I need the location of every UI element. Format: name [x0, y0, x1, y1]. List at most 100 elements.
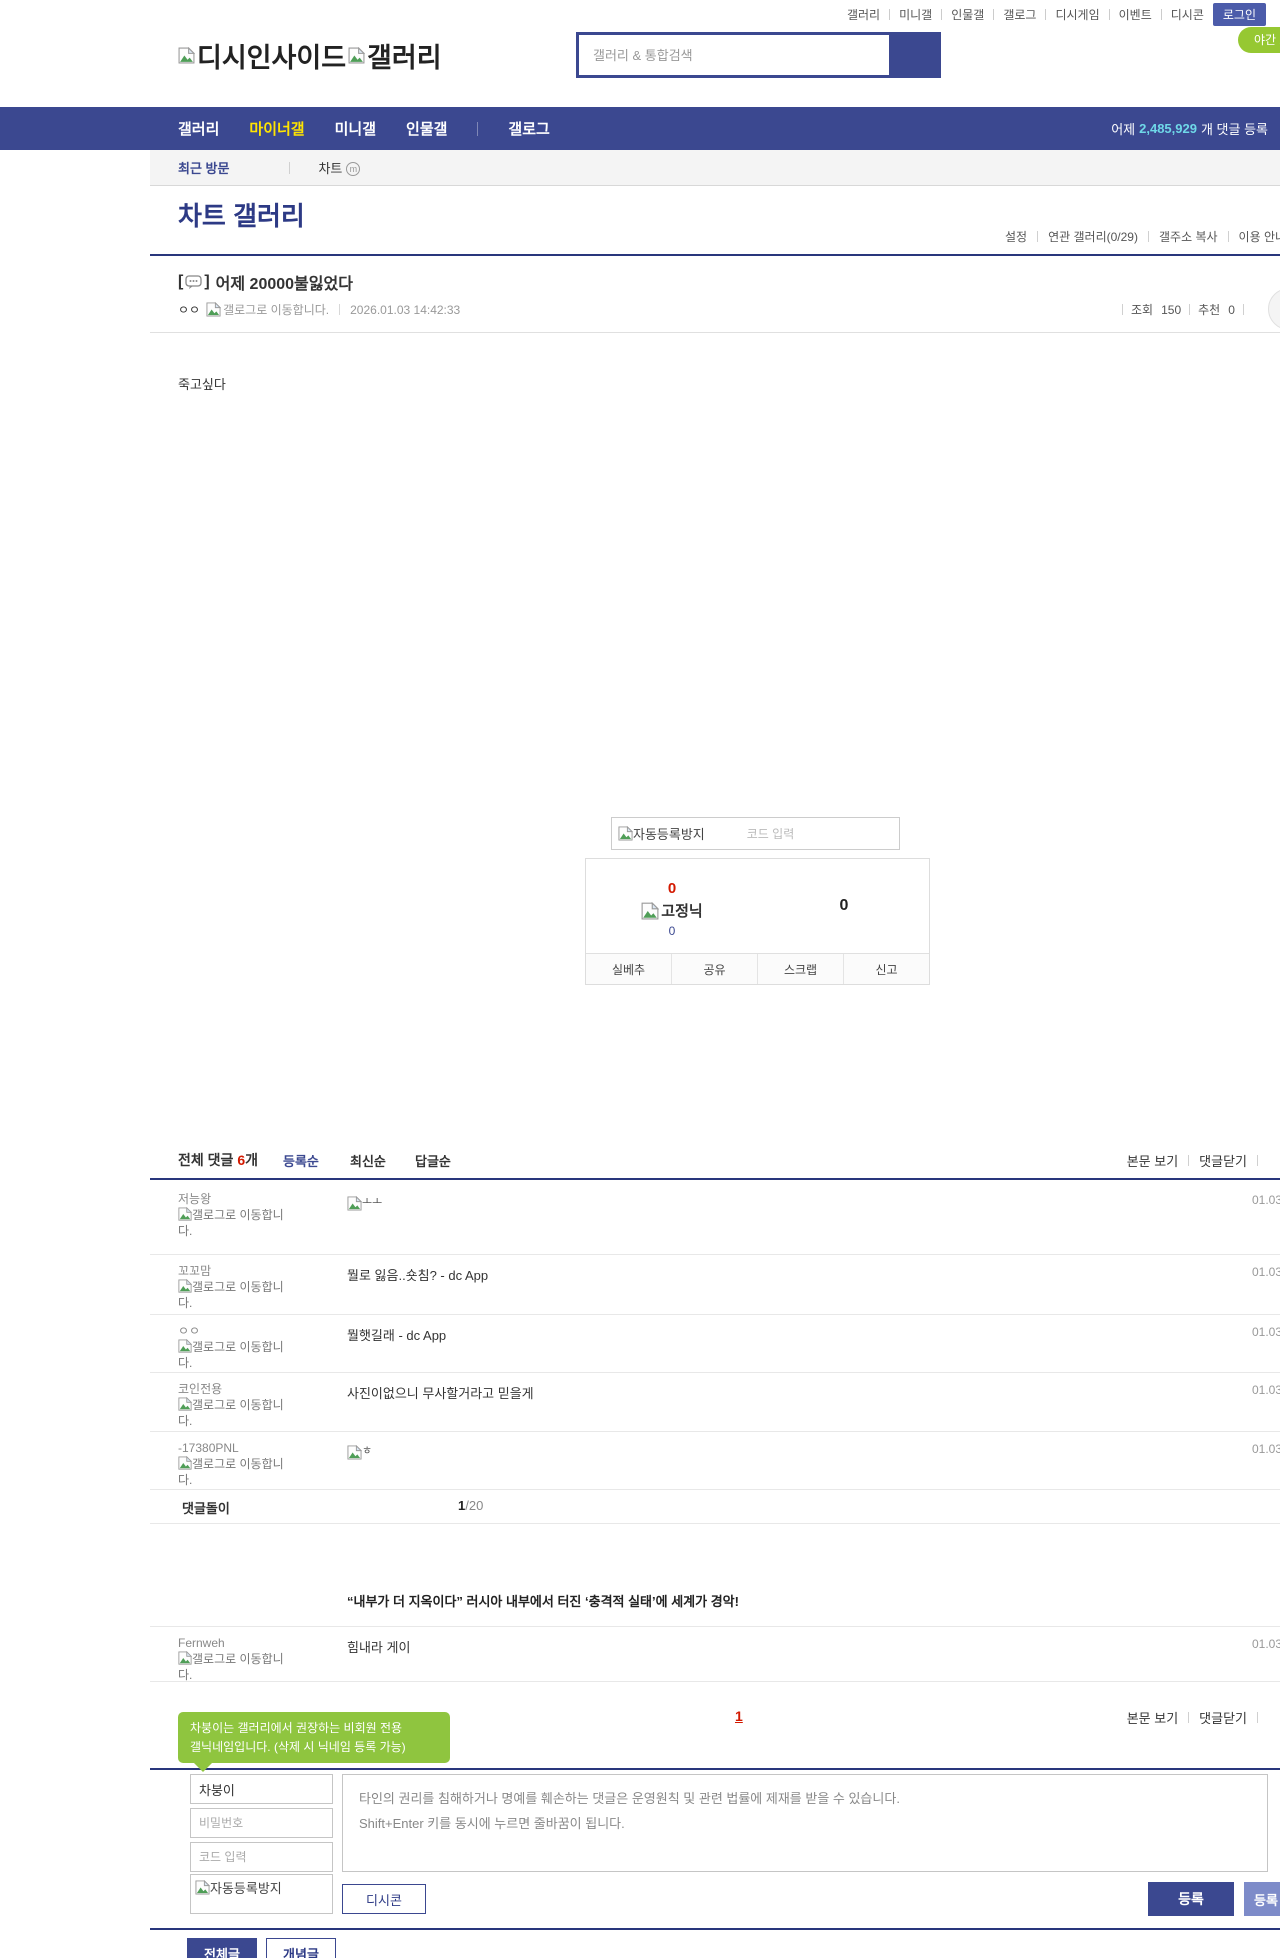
comment-gallog-link[interactable]: 갤로그로 이동합니다. [178, 1651, 288, 1683]
comment-content: 힘내라 게이 [347, 1640, 411, 1655]
comment-nickname-input[interactable] [190, 1774, 333, 1804]
comment-submit-button-secondary[interactable]: 등록 [1244, 1882, 1280, 1916]
comment-captcha-code-input[interactable] [190, 1842, 333, 1872]
divider [1122, 304, 1123, 315]
divider [993, 8, 995, 20]
comment-content: ㅎ [347, 1442, 372, 1463]
divider [889, 8, 891, 20]
nav-minor-gallery[interactable]: 마이너갤 [249, 118, 304, 139]
comment-page-1[interactable]: 1 [735, 1708, 743, 1724]
settings-link[interactable]: 설정 [1005, 228, 1027, 245]
comment-date: 01.03 [1252, 1637, 1280, 1651]
logo-text-gallery: 갤러리 [367, 43, 442, 73]
broken-image-icon [347, 1195, 363, 1211]
topbar-link-dcgame[interactable]: 디시게임 [1055, 6, 1099, 23]
comment-password-input[interactable] [190, 1808, 333, 1838]
page-title[interactable]: 차트 갤러리 [178, 196, 305, 233]
divider [150, 1768, 1280, 1770]
search-box [576, 32, 941, 78]
comment-row: 꼬꼬맘 갤로그로 이동합니다. 뭘로 잃음..숏침? - dc App 01.0… [150, 1255, 1280, 1315]
search-input[interactable] [576, 32, 889, 78]
downvote-count[interactable]: 0 [840, 897, 849, 915]
comment-gallog-link[interactable]: 갤로그로 이동합니다. [178, 1397, 288, 1429]
divider [1188, 1155, 1190, 1166]
comment-bot-page: 1/20 [458, 1498, 484, 1513]
comment-author[interactable]: 코인전용 [178, 1381, 288, 1397]
comment-author[interactable]: -17380PNL [178, 1440, 288, 1456]
comment-author[interactable]: 꼬꼬맘 [178, 1263, 288, 1279]
topbar-link-gallery[interactable]: 갤러리 [847, 6, 880, 23]
view-post-link[interactable]: 본문 보기 [1127, 1151, 1178, 1170]
nav-person-gallery[interactable]: 인물갤 [406, 118, 447, 139]
topbar-link-persongall[interactable]: 인물갤 [951, 6, 984, 23]
nickname-tooltip: 차붕이는 갤러리에서 권장하는 비회원 전용 갤닉네임입니다. (삭제 시 닉네… [178, 1712, 450, 1773]
login-button[interactable]: 로그인 [1212, 2, 1266, 26]
captcha-image: 자동등록방지 [618, 824, 705, 843]
sort-reply-tab[interactable]: 답글순 [415, 1151, 451, 1170]
comment-date: 01.03 [1252, 1383, 1280, 1397]
divider [1188, 1712, 1190, 1723]
nav-mini-gallery[interactable]: 미니갤 [335, 118, 376, 139]
broken-image-icon [641, 901, 660, 919]
broken-image-icon [178, 1397, 193, 1411]
comment-row: Fernweh 갤로그로 이동합니다. 힘내라 게이 01.03 [150, 1626, 1280, 1682]
fixed-nick-count: 0 [668, 924, 676, 938]
comment-gallog-link[interactable]: 갤로그로 이동합니다. [178, 1339, 288, 1371]
comments-count: 6 [237, 1152, 246, 1168]
topbar-link-minigall[interactable]: 미니갤 [899, 6, 932, 23]
comment-bot-name: 댓글돌이 [182, 1501, 230, 1516]
views-count: 150 [1161, 302, 1182, 317]
downvote-area: 0 [758, 859, 930, 953]
ad-headline[interactable]: “내부가 더 지옥이다” 러시아 내부에서 터진 ‘충격적 실태’에 세계가 경… [347, 1591, 739, 1610]
silbechu-button[interactable]: 실베추 [586, 954, 671, 984]
broken-image-icon [178, 1651, 193, 1665]
view-post-link[interactable]: 본문 보기 [1127, 1708, 1178, 1727]
related-galleries-link[interactable]: 연관 갤러리(0/29) [1048, 228, 1138, 245]
dccon-button[interactable]: 디시콘 [342, 1884, 426, 1914]
scrap-button[interactable]: 스크랩 [757, 954, 843, 984]
comment-textarea[interactable]: 타인의 권리를 침해하거나 명예를 훼손하는 댓글은 운영원칙 및 관련 법률에… [342, 1774, 1268, 1872]
close-comments-link[interactable]: 댓글닫기 [1199, 1151, 1247, 1170]
broken-image-icon [618, 826, 633, 841]
search-button[interactable] [889, 32, 941, 78]
captcha-code-input[interactable] [746, 826, 857, 841]
comment-gallog-link[interactable]: 갤로그로 이동합니다. [178, 1456, 288, 1488]
post-title: [ ] 어제 20000불잃었다 [178, 270, 353, 294]
comment-gallog-link[interactable]: 갤로그로 이동합니다. [178, 1207, 288, 1239]
topbar-link-event[interactable]: 이벤트 [1119, 6, 1152, 23]
comment-author[interactable]: Fernweh [178, 1635, 288, 1651]
post-author[interactable]: ㅇㅇ [178, 301, 200, 318]
share-button[interactable]: 공유 [671, 954, 757, 984]
divider [1257, 1712, 1258, 1723]
comment-author[interactable]: ㅇㅇ [178, 1323, 288, 1339]
site-logo[interactable]: 디시인사이드 갤러리 [178, 36, 442, 75]
nav-gallog[interactable]: 갤로그 [508, 118, 549, 139]
topbar-link-gallog[interactable]: 갤로그 [1003, 6, 1036, 23]
global-nav-bar: 갤러리 마이너갤 미니갤 인물갤 갤로그 어제 2,485,929 개 댓글 등… [0, 107, 1280, 150]
sort-newest-tab[interactable]: 최신순 [350, 1151, 386, 1170]
comment-row: -17380PNL 갤로그로 이동합니다. ㅎ 01.03 [150, 1432, 1280, 1490]
breadcrumb-gallery-name[interactable]: 차트 m [318, 158, 361, 177]
concept-posts-button[interactable]: 개념글 [266, 1938, 336, 1958]
night-mode-button[interactable]: 야간 모드 [1238, 27, 1280, 53]
breadcrumb: 최근 방문 차트 m [150, 150, 1280, 186]
recent-visit-link[interactable]: 최근 방문 [178, 158, 229, 177]
report-button[interactable]: 신고 [843, 954, 929, 984]
comment-submit-button[interactable]: 등록 [1148, 1882, 1234, 1916]
comment-shortcut-button[interactable] [1268, 288, 1280, 330]
comment-date: 01.03 [1252, 1325, 1280, 1339]
comment-gallog-link[interactable]: 갤로그로 이동합니다. [178, 1279, 288, 1311]
all-posts-button[interactable]: 전체글 [187, 1938, 257, 1958]
gallog-link[interactable]: 갤로그로 이동합니다. [206, 301, 329, 318]
divider [150, 1928, 1280, 1930]
broken-image-icon [206, 302, 222, 317]
comment-author[interactable]: 저능왕 [178, 1191, 288, 1207]
views-label: 조회 [1131, 303, 1154, 317]
copy-address-link[interactable]: 갤주소 복사 [1159, 228, 1218, 245]
usage-guide-link[interactable]: 이용 안내 [1239, 228, 1280, 245]
topbar-link-dccon[interactable]: 디시콘 [1171, 6, 1204, 23]
sort-registered-tab[interactable]: 등록순 [283, 1151, 319, 1170]
nav-gallery[interactable]: 갤러리 [178, 118, 219, 139]
close-comments-link[interactable]: 댓글닫기 [1199, 1708, 1247, 1727]
upvote-count[interactable]: 0 [668, 881, 676, 896]
